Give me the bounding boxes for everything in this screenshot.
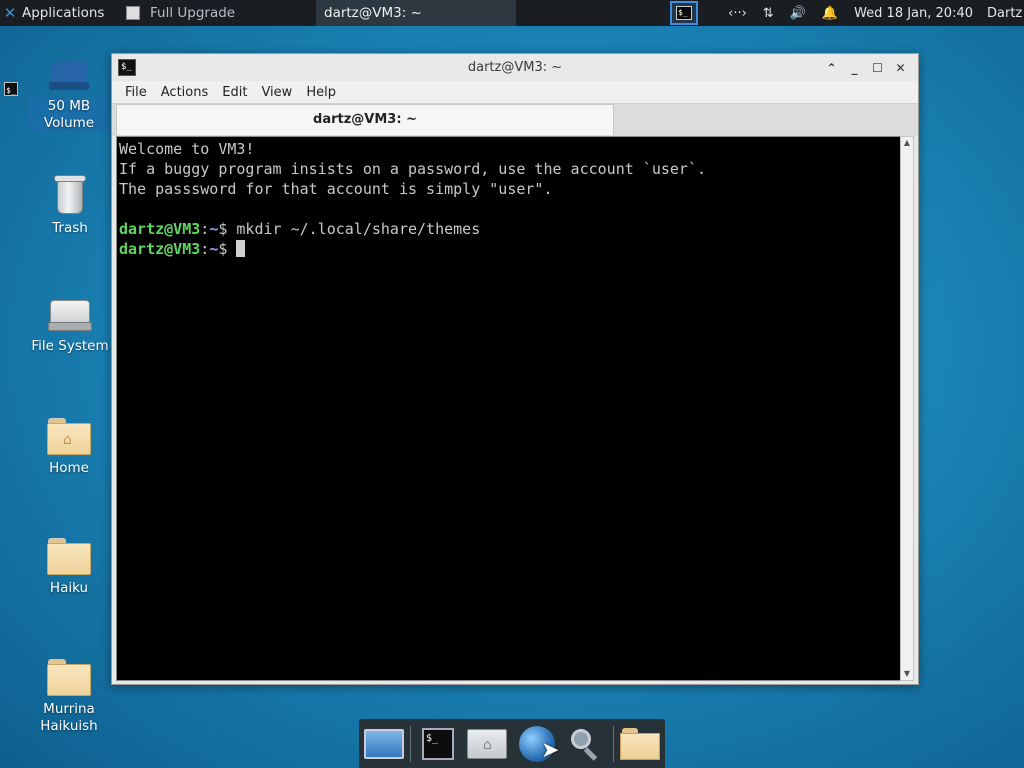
desktop-icon-file-system[interactable]: File System [29,296,111,355]
dock-separator [612,725,614,762]
xfce-logo-icon: ✕ [3,4,17,22]
applications-label: Applications [22,5,105,21]
network-icon[interactable]: ‹··› [728,6,747,21]
minimize-button[interactable]: _ [843,58,866,78]
desktop-icon-volume[interactable]: 50 MB Volume [28,58,110,132]
folder-icon [46,657,92,697]
desktop-icon-label: Murrina Haikuish [40,701,98,734]
workspace-switcher[interactable]: $_ [670,1,698,25]
home-folder-icon: ⌂ [467,728,508,759]
dock-show-desktop[interactable] [362,722,405,766]
close-button[interactable]: ✕ [889,58,912,78]
taskbar-item-full-upgrade[interactable]: Full Upgrade [118,0,316,26]
desktop-icon-haiku[interactable]: Haiku [28,536,110,597]
top-panel: ✕ Applications Full Upgrade $_ dartz@VM3… [0,0,1024,96]
menu-bar: File Actions Edit View Help [112,81,918,103]
text-cursor [236,240,246,257]
transfer-icon[interactable]: ⇅ [763,6,774,21]
prompt-symbol: $ [218,240,237,258]
desktop-icon-label: Trash [52,220,88,236]
terminal-icon: $_ [4,82,18,96]
folder-icon [46,536,92,576]
dock-file-manager[interactable]: ⌂ [466,722,509,766]
desktop-icon-home[interactable]: ⌂ Home [28,416,110,477]
dock-folder[interactable] [619,722,662,766]
prompt-symbol: $ [218,220,237,238]
maximize-button[interactable]: ☐ [866,58,889,78]
menu-edit[interactable]: Edit [215,85,254,100]
menu-view[interactable]: View [254,85,299,100]
terminal-command: mkdir ~/.local/share/themes [236,220,481,238]
prompt-user-host: dartz@VM3 [119,220,201,238]
window-title: dartz@VM3: ~ [467,60,563,75]
trash-icon [53,172,87,216]
applications-menu-button[interactable]: ✕ Applications [0,0,118,26]
taskbar-item-label: dartz@VM3: ~ [324,5,422,21]
taskbar-item-label: Full Upgrade [150,5,236,21]
terminal-scrollbar[interactable]: ▲ ▼ [900,136,914,681]
folder-icon [620,727,661,760]
tab-bar: dartz@VM3: ~ [112,103,918,136]
dock-terminal[interactable]: $_ [416,722,459,766]
terminal-icon: $_ [422,727,454,760]
tab-terminal[interactable]: dartz@VM3: ~ [116,104,614,135]
search-icon [569,727,603,761]
prompt-path: ~ [209,220,219,238]
prompt-colon: : [200,240,210,258]
volume-icon[interactable]: 🔊 [790,6,806,21]
dock-app-finder[interactable] [564,722,607,766]
desktop-icon-label: File System [31,338,109,354]
window-icon [126,6,140,20]
terminal-window: $_ dartz@VM3: ~ ⌃ _ ☐ ✕ File Actions Edi… [111,53,919,685]
dock-separator [410,725,412,762]
menu-file[interactable]: File [118,85,154,100]
show-desktop-icon [363,728,404,759]
window-titlebar[interactable]: $_ dartz@VM3: ~ ⌃ _ ☐ ✕ [112,54,918,81]
menu-actions[interactable]: Actions [154,85,216,100]
drive-icon [47,58,91,94]
workspace-terminal-thumbnail-icon: $_ [676,6,692,20]
terminal-icon[interactable]: $_ [118,59,136,76]
terminal-output[interactable]: Welcome to VM3! If a buggy program insist… [116,136,902,681]
prompt-user-host: dartz@VM3 [119,240,201,258]
terminal-line: If a buggy program insists on a password… [119,160,706,178]
prompt-path: ~ [209,240,219,258]
desktop-icon-label: Home [49,460,89,476]
scroll-down-arrow-icon[interactable]: ▼ [901,668,913,680]
taskbar-item-terminal[interactable]: $_ dartz@VM3: ~ [4,0,516,96]
menu-help[interactable]: Help [299,85,343,100]
desktop-icon-murrina-haikuish[interactable]: Murrina Haikuish [28,657,110,735]
notifications-icon[interactable]: 🔔 [822,6,838,21]
clock[interactable]: Wed 18 Jan, 20:40 [854,6,973,21]
home-folder-icon: ⌂ [46,416,92,456]
desktop-icon-trash[interactable]: Trash [29,172,111,237]
hard-drive-icon [47,296,93,334]
system-tray: ‹··› ⇅ 🔊 🔔 Wed 18 Jan, 20:40 Dartz [720,0,1024,26]
desktop-icon-label: 50 MB Volume [28,98,110,132]
terminal-line: The passsword for that account is simply… [119,180,553,198]
roll-up-button[interactable]: ⌃ [820,58,843,78]
terminal-command-line: dartz@VM3:~$ mkdir ~/.local/share/themes [119,219,901,239]
user-menu[interactable]: Dartz [987,6,1024,21]
desktop-icon-label: Haiku [49,580,89,596]
scroll-up-arrow-icon[interactable]: ▲ [901,137,913,149]
terminal-active-prompt: dartz@VM3:~$ [119,239,901,259]
mouse-pointer-icon: ➤ [541,737,560,763]
terminal-line: Welcome to VM3! [119,140,255,158]
prompt-colon: : [200,220,210,238]
dock-web-browser[interactable]: ➤ [515,722,560,766]
dock-panel: $_ ⌂ ➤ [359,719,665,768]
